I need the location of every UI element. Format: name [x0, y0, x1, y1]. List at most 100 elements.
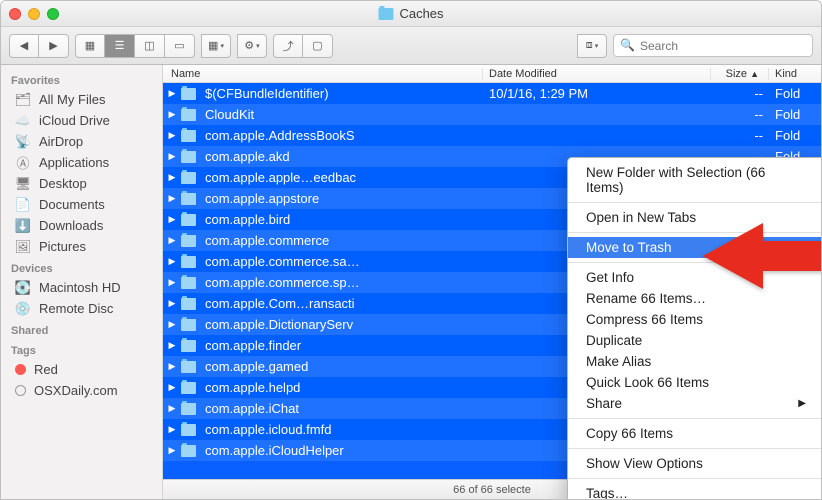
disclosure-icon[interactable]: ▶ [163, 361, 181, 372]
ctx-open-tabs[interactable]: Open in New Tabs [568, 207, 821, 228]
folder-icon [181, 255, 199, 269]
icon-view-button[interactable]: ▦ [75, 34, 105, 58]
ctx-copy[interactable]: Copy 66 Items [568, 423, 821, 444]
view-buttons: ▦ ☰ ◫ ▭ [75, 34, 195, 58]
col-size[interactable]: Size ▲ [711, 68, 769, 80]
table-row[interactable]: ▶ $(CFBundleIdentifier) 10/1/16, 1:29 PM… [163, 83, 821, 104]
ctx-quick-look[interactable]: Quick Look 66 Items [568, 372, 821, 393]
sidebar-tag[interactable]: OSXDaily.com [1, 380, 162, 401]
ctx-move-to-trash[interactable]: Move to Trash [568, 237, 821, 258]
list-view-button[interactable]: ☰ [105, 34, 135, 58]
row-name: CloudKit [205, 107, 483, 122]
sidebar-head-devices: Devices [1, 257, 162, 277]
disclosure-icon[interactable]: ▶ [163, 403, 181, 414]
disclosure-icon[interactable]: ▶ [163, 445, 181, 456]
ctx-alias[interactable]: Make Alias [568, 351, 821, 372]
close-icon[interactable] [9, 8, 21, 20]
sidebar-item[interactable]: ⬇️Downloads [1, 215, 162, 236]
disclosure-icon[interactable]: ▶ [163, 340, 181, 351]
folder-icon [181, 150, 199, 164]
dropbox-button[interactable]: ⧈▾ [577, 34, 607, 58]
sidebar-tag-label: Red [34, 362, 58, 377]
sidebar-icon: Ⓐ [15, 156, 31, 170]
action-button[interactable]: ⚙▾ [237, 34, 267, 58]
col-date[interactable]: Date Modified [483, 68, 711, 80]
row-name: com.apple.gamed [205, 359, 483, 374]
disclosure-icon[interactable]: ▶ [163, 151, 181, 162]
disclosure-icon[interactable]: ▶ [163, 382, 181, 393]
sidebar-item[interactable]: 📡AirDrop [1, 131, 162, 152]
folder-icon [181, 318, 199, 332]
ctx-get-info[interactable]: Get Info [568, 267, 821, 288]
sidebar-icon: 💿 [15, 302, 31, 316]
tag-dot-icon [15, 385, 26, 396]
disclosure-icon[interactable]: ▶ [163, 319, 181, 330]
window-title: Caches [378, 6, 443, 21]
sidebar-item[interactable]: 🖥Desktop [1, 173, 162, 194]
toolbar: ◀ ▶ ▦ ☰ ◫ ▭ ▦▾ ⚙▾ ⤴ ▢ ⧈▾ 🔍 [1, 27, 821, 65]
row-name: com.apple.Com…ransacti [205, 296, 483, 311]
arrange-button[interactable]: ▦▾ [201, 34, 231, 58]
row-name: com.apple.helpd [205, 380, 483, 395]
sidebar-item[interactable]: 🖼Pictures [1, 236, 162, 257]
titlebar[interactable]: Caches [1, 1, 821, 27]
share-group: ⤴ ▢ [273, 34, 333, 58]
ctx-duplicate[interactable]: Duplicate [568, 330, 821, 351]
disclosure-icon[interactable]: ▶ [163, 277, 181, 288]
sidebar-head-favorites: Favorites [1, 69, 162, 89]
ctx-share[interactable]: Share▶ [568, 393, 821, 414]
content-area: Name Date Modified Size ▲ Kind ▶ $(CFBun… [163, 65, 821, 499]
sidebar-item-label: Applications [39, 155, 109, 170]
sidebar-head-shared: Shared [1, 319, 162, 339]
disclosure-icon[interactable]: ▶ [163, 214, 181, 225]
disclosure-icon[interactable]: ▶ [163, 298, 181, 309]
minimize-icon[interactable] [28, 8, 40, 20]
ctx-compress[interactable]: Compress 66 Items [568, 309, 821, 330]
sidebar-tag[interactable]: Red [1, 359, 162, 380]
disclosure-icon[interactable]: ▶ [163, 88, 181, 99]
forward-button[interactable]: ▶ [39, 34, 69, 58]
share-button[interactable]: ⤴ [273, 34, 303, 58]
folder-icon [181, 444, 199, 458]
table-row[interactable]: ▶ com.apple.AddressBookS -- Fold [163, 125, 821, 146]
sidebar-item[interactable]: 🗂All My Files [1, 89, 162, 110]
tags-button[interactable]: ▢ [303, 34, 333, 58]
sidebar-item[interactable]: 💽Macintosh HD [1, 277, 162, 298]
row-name: com.apple.appstore [205, 191, 483, 206]
ctx-new-folder[interactable]: New Folder with Selection (66 Items) [568, 162, 821, 198]
coverflow-view-button[interactable]: ▭ [165, 34, 195, 58]
disclosure-icon[interactable]: ▶ [163, 109, 181, 120]
ctx-view-options[interactable]: Show View Options [568, 453, 821, 474]
col-name[interactable]: Name [163, 68, 483, 80]
back-button[interactable]: ◀ [9, 34, 39, 58]
disclosure-icon[interactable]: ▶ [163, 172, 181, 183]
disclosure-icon[interactable]: ▶ [163, 193, 181, 204]
sidebar-item-label: All My Files [39, 92, 105, 107]
search-field[interactable]: 🔍 [613, 34, 813, 57]
folder-icon [181, 339, 199, 353]
ctx-rename[interactable]: Rename 66 Items… [568, 288, 821, 309]
sidebar-item[interactable]: ☁️iCloud Drive [1, 110, 162, 131]
folder-icon [181, 402, 199, 416]
nav-buttons: ◀ ▶ [9, 34, 69, 58]
traffic-lights [9, 8, 59, 20]
zoom-icon[interactable] [47, 8, 59, 20]
disclosure-icon[interactable]: ▶ [163, 235, 181, 246]
col-kind[interactable]: Kind [769, 68, 821, 80]
sidebar-item[interactable]: 💿Remote Disc [1, 298, 162, 319]
sidebar-item[interactable]: 📄Documents [1, 194, 162, 215]
disclosure-icon[interactable]: ▶ [163, 424, 181, 435]
sidebar-item-label: Macintosh HD [39, 280, 121, 295]
disclosure-icon[interactable]: ▶ [163, 130, 181, 141]
folder-icon [181, 171, 199, 185]
search-input[interactable] [613, 34, 813, 57]
sidebar-item-label: Documents [39, 197, 105, 212]
sidebar-item[interactable]: Ⓐ Applications [1, 152, 162, 173]
disclosure-icon[interactable]: ▶ [163, 256, 181, 267]
row-name: com.apple.akd [205, 149, 483, 164]
column-view-button[interactable]: ◫ [135, 34, 165, 58]
sidebar-icon: 🖥 [15, 177, 31, 191]
title-text: Caches [399, 6, 443, 21]
ctx-tags[interactable]: Tags… [568, 483, 821, 499]
table-row[interactable]: ▶ CloudKit -- Fold [163, 104, 821, 125]
